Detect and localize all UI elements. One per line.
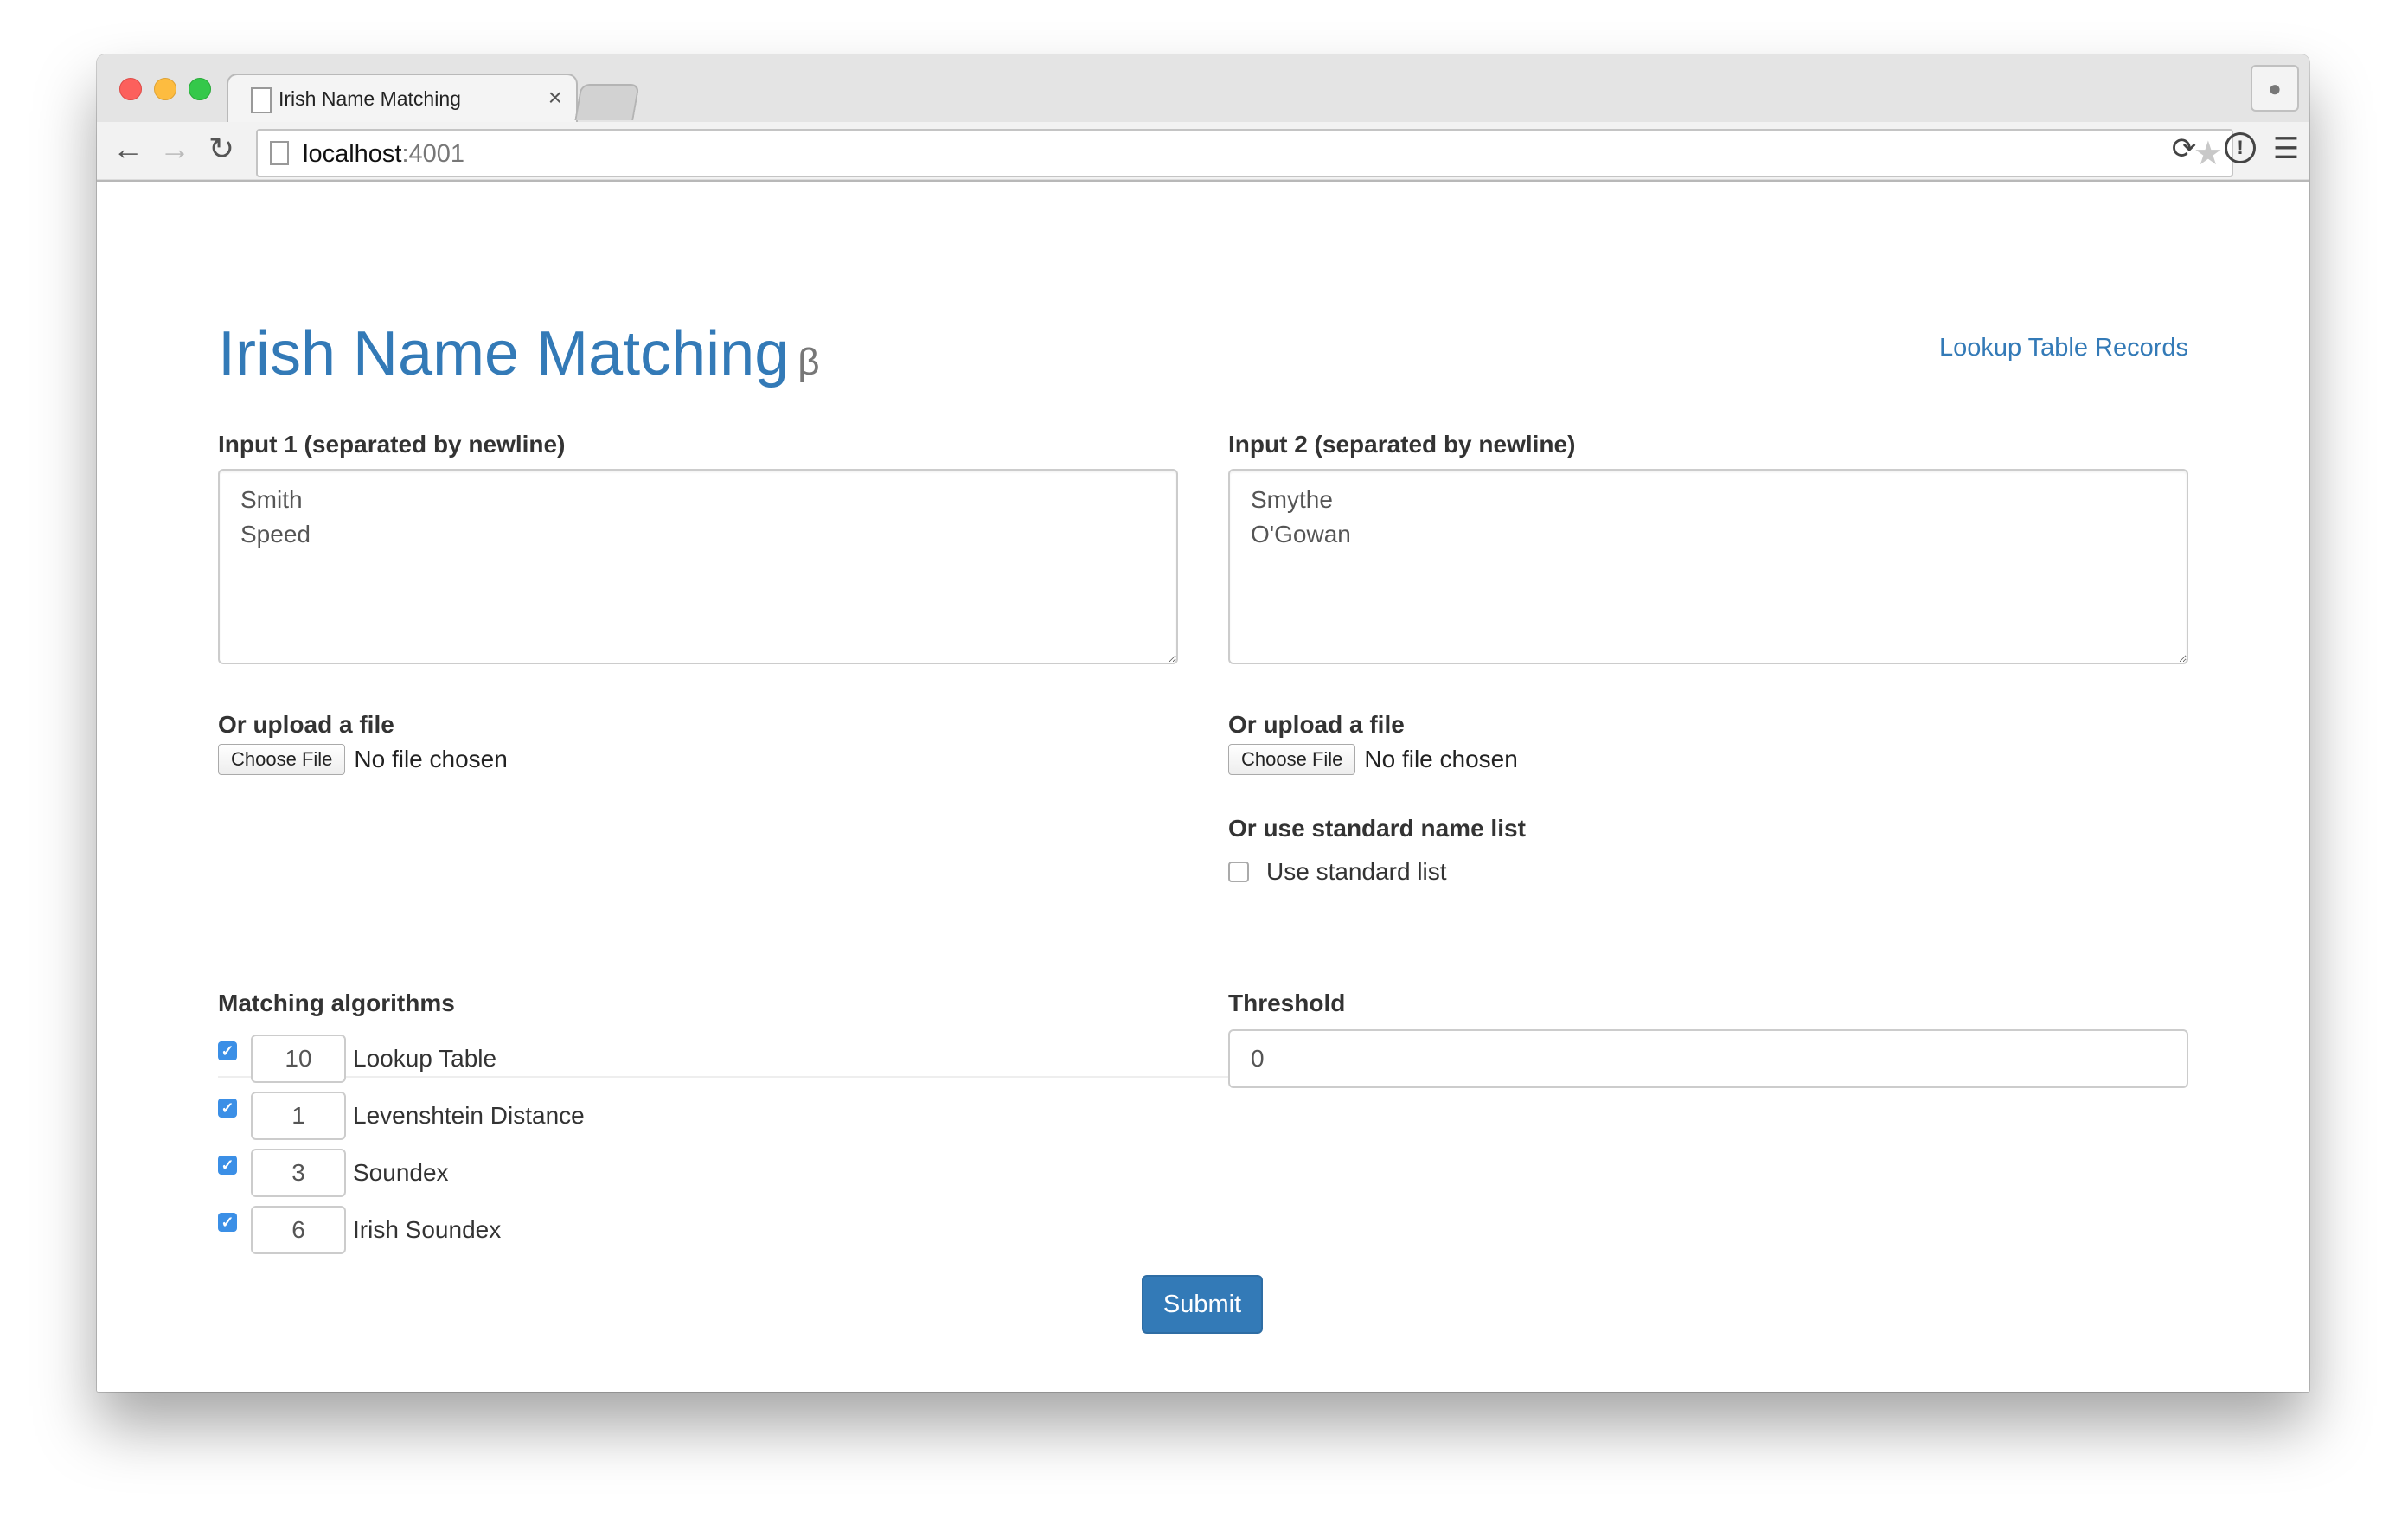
page-icon — [270, 141, 289, 165]
browser-window: Irish Name Matching × ● ← → ↻ localhost:… — [97, 54, 2309, 1392]
url-host: localhost — [303, 140, 402, 168]
irish-soundex-weight-input[interactable] — [251, 1206, 346, 1254]
page-title-text: Irish Name Matching — [218, 319, 790, 388]
tab-title: Irish Name Matching — [279, 87, 461, 110]
use-standard-list-label: Use standard list — [1266, 858, 1447, 885]
minimize-window-icon[interactable] — [154, 78, 176, 100]
profile-icon[interactable]: ● — [2251, 65, 2299, 112]
input1-upload-label: Or upload a file — [218, 711, 394, 738]
levenshtein-checkbox[interactable]: ✓ — [218, 1099, 237, 1118]
algorithm-row: ✓ Irish Soundex — [218, 1206, 501, 1254]
algorithm-row: ✓ Levenshtein Distance — [218, 1092, 585, 1140]
lookup-table-label: Lookup Table — [353, 1045, 497, 1072]
browser-chrome: Irish Name Matching × ● ← → ↻ localhost:… — [97, 54, 2309, 182]
tab-close-icon[interactable]: × — [548, 84, 562, 112]
forward-arrow-icon[interactable]: → — [156, 131, 194, 167]
close-window-icon[interactable] — [119, 78, 142, 100]
soundex-weight-input[interactable] — [251, 1149, 346, 1197]
irish-soundex-checkbox[interactable]: ✓ — [218, 1213, 237, 1232]
input1-file-upload: Choose File No file chosen — [218, 744, 508, 775]
reload-icon[interactable]: ↻ — [202, 131, 240, 167]
maximize-window-icon[interactable] — [189, 78, 211, 100]
input2-file-upload: Choose File No file chosen — [1228, 744, 1518, 775]
page-title: Irish Name Matching β — [218, 318, 820, 389]
irish-soundex-label: Irish Soundex — [353, 1216, 502, 1243]
url-port: :4001 — [401, 140, 465, 168]
algorithm-row: ✓ Soundex — [218, 1149, 449, 1197]
standard-list-label: Or use standard name list — [1228, 815, 1526, 842]
input1-file-status: No file chosen — [354, 746, 508, 772]
submit-button[interactable]: Submit — [1142, 1275, 1263, 1334]
levenshtein-weight-input[interactable] — [251, 1092, 346, 1140]
threshold-label: Threshold — [1228, 990, 1346, 1016]
browser-toolbar: ← → ↻ localhost:4001 ★ ⟳ ! ☰ — [97, 122, 2309, 179]
input2-file-status: No file chosen — [1364, 746, 1518, 772]
threshold-input[interactable] — [1228, 1029, 2188, 1088]
lookup-table-records-link[interactable]: Lookup Table Records — [1939, 334, 2188, 362]
soundex-checkbox[interactable]: ✓ — [218, 1156, 237, 1175]
page-icon — [251, 87, 272, 113]
input1-label: Input 1 (separated by newline) — [218, 431, 566, 458]
address-bar[interactable]: localhost:4001 ★ — [256, 129, 2233, 177]
beta-badge: β — [797, 341, 820, 383]
input2-choose-file-button[interactable]: Choose File — [1228, 744, 1356, 775]
input2-label: Input 2 (separated by newline) — [1228, 431, 1576, 458]
address-url[interactable]: localhost:4001 — [303, 140, 464, 169]
back-arrow-icon[interactable]: ← — [109, 131, 147, 167]
use-standard-list-checkbox[interactable] — [1228, 862, 1249, 882]
lookup-table-checkbox[interactable]: ✓ — [218, 1041, 237, 1060]
input1-textarea[interactable]: Smith Speed — [218, 469, 1178, 664]
lookup-table-weight-input[interactable] — [251, 1035, 346, 1083]
use-standard-list-option: Use standard list — [1228, 858, 1447, 886]
algorithm-row: ✓ Lookup Table — [218, 1035, 496, 1083]
browser-tab[interactable]: Irish Name Matching × — [227, 74, 578, 124]
page-content: Irish Name Matching β Lookup Table Record… — [97, 182, 2309, 1392]
sync-extension-icon[interactable]: ⟳ — [2168, 132, 2200, 165]
tab-strip: Irish Name Matching × ● — [97, 54, 2309, 124]
password-extension-icon[interactable]: ! — [2225, 132, 2256, 163]
menu-icon[interactable]: ☰ — [2270, 132, 2302, 165]
input2-textarea[interactable]: Smythe O'Gowan — [1228, 469, 2188, 664]
input1-choose-file-button[interactable]: Choose File — [218, 744, 346, 775]
input2-upload-label: Or upload a file — [1228, 711, 1405, 738]
levenshtein-label: Levenshtein Distance — [353, 1102, 585, 1129]
soundex-label: Soundex — [353, 1159, 449, 1186]
matching-algorithms-label: Matching algorithms — [218, 990, 455, 1016]
new-tab-button[interactable] — [574, 84, 640, 120]
